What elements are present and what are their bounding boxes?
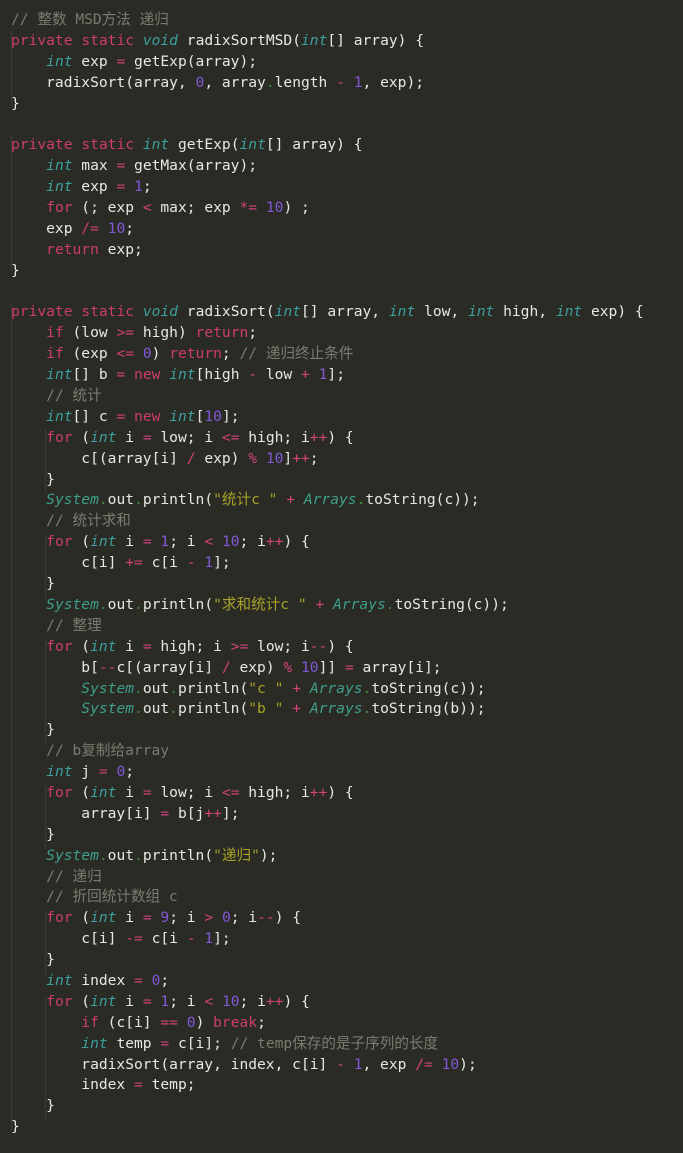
code-line: for (int i = high; i >= low; i--) {: [46, 637, 354, 655]
code-line: if (exp <= 0) return; // 递归终止条件: [46, 345, 354, 363]
code-line: return exp;: [46, 240, 143, 258]
code-editor[interactable]: // 整数 MSD方法 递归 private static void radixS…: [0, 0, 683, 1153]
code-line: }: [11, 1097, 55, 1115]
code-line: System.out.println("统计c " + Arrays.toStr…: [46, 491, 480, 509]
code-line: private static void radixSort(int[] arra…: [11, 303, 644, 321]
code-line: b[--c[(array[i] / exp) % 10]] = array[i]…: [11, 658, 442, 676]
code-line: private static int getExp(int[] array) {: [11, 136, 363, 154]
code-line: // b复制给array: [46, 742, 170, 760]
code-line: int exp = getExp(array);: [46, 52, 258, 70]
code-line: // 统计: [46, 387, 102, 405]
code-line: }: [11, 261, 20, 279]
code-line: }: [11, 825, 55, 843]
code-line: // 递归: [46, 867, 102, 885]
code-line: int temp = c[i]; // temp保存的是子序列的长度: [81, 1034, 439, 1052]
code-line: for (int i = 9; i > 0; i--) {: [46, 909, 302, 927]
code-line: c[(array[i] / exp) % 10]++;: [11, 449, 319, 467]
code-line: exp /= 10;: [11, 219, 135, 237]
code-line: int[] c = new int[10];: [46, 407, 240, 425]
code-line: }: [11, 575, 55, 593]
code-line: // 折回统计数组 c: [46, 888, 178, 906]
code-line: }: [11, 1118, 20, 1136]
code-line: }: [11, 721, 55, 739]
code-line: for (int i = low; i <= high; i++) {: [46, 428, 354, 446]
code-line: System.out.println("c " + Arrays.toStrin…: [81, 679, 486, 697]
code-line: array[i] = b[j++];: [11, 804, 240, 822]
code-line: }: [11, 94, 20, 112]
code-line: System.out.println("b " + Arrays.toStrin…: [81, 700, 486, 718]
code-line: if (low >= high) return;: [46, 324, 258, 342]
code-line: System.out.println("求和统计c " + Arrays.toS…: [46, 595, 509, 613]
code-line: c[i] -= c[i - 1];: [11, 930, 231, 948]
code-line: }: [11, 470, 55, 488]
code-line: int j = 0;: [46, 763, 135, 781]
code-line: radixSort(array, 0, array.length - 1, ex…: [11, 73, 425, 91]
code-line: index = temp;: [11, 1076, 196, 1094]
code-line: System.out.println("递归");: [46, 846, 278, 864]
code-line: for (; exp < max; exp *= 10) ;: [46, 199, 310, 217]
code-line: // 整数 MSD方法 递归: [11, 11, 169, 28]
code-line: }: [11, 951, 55, 969]
code-line: for (int i = 1; i < 10; i++) {: [46, 533, 310, 551]
code-line: private static void radixSortMSD(int[] a…: [11, 31, 425, 49]
code-line: int index = 0;: [46, 971, 170, 989]
code-line: for (int i = 1; i < 10; i++) {: [46, 992, 310, 1010]
code-content[interactable]: // 整数 MSD方法 递归 private static void radixS…: [0, 10, 683, 1138]
code-line: int exp = 1;: [46, 178, 152, 196]
code-line: radixSort(array, index, c[i] - 1, exp /=…: [11, 1055, 477, 1073]
code-line: // 整理: [46, 616, 102, 634]
code-line: int max = getMax(array);: [46, 157, 258, 175]
code-line: for (int i = low; i <= high; i++) {: [46, 783, 354, 801]
code-line: c[i] += c[i - 1];: [11, 554, 231, 572]
code-line: // 统计求和: [46, 512, 131, 530]
code-line: if (c[i] == 0) break;: [81, 1013, 266, 1031]
code-line: int[] b = new int[high - low + 1];: [46, 366, 345, 384]
